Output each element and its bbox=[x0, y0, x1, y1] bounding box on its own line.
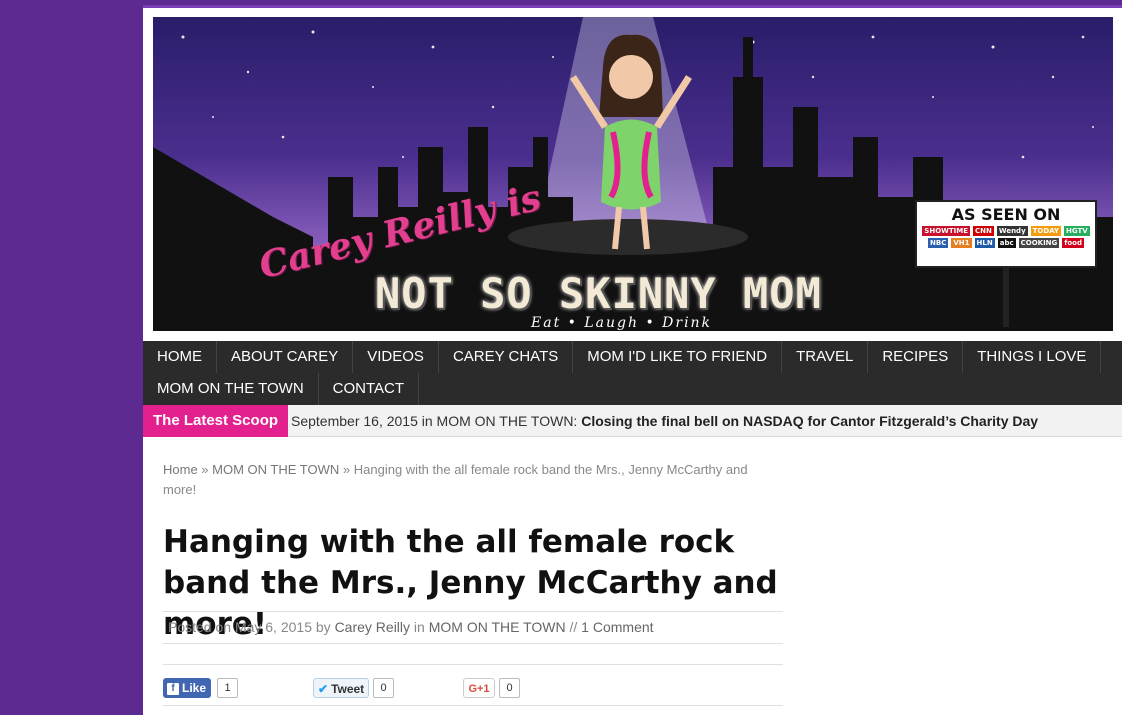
network-logo: SHOWTIME bbox=[922, 226, 970, 236]
post-meta: Posted on May 6, 2015 by Carey Reilly in… bbox=[163, 611, 783, 644]
site-title: NOT SO SKINNY MOM bbox=[375, 269, 822, 318]
google-plus-count: 0 bbox=[499, 678, 520, 698]
network-logo: CNN bbox=[973, 226, 994, 236]
post-date: Posted on May 6, 2015 by bbox=[168, 619, 335, 635]
network-logo: VH1 bbox=[951, 238, 972, 248]
nav-item-about-carey[interactable]: ABOUT CAREY bbox=[217, 341, 354, 373]
latest-scoop-item[interactable]: September 16, 2015 in MOM ON THE TOWN: C… bbox=[291, 405, 1038, 437]
breadcrumb-home-link[interactable]: Home bbox=[163, 462, 198, 477]
breadcrumb-category-link[interactable]: MOM ON THE TOWN bbox=[212, 462, 339, 477]
main-navigation: HOME ABOUT CAREY VIDEOS CAREY CHATS MOM … bbox=[143, 341, 1122, 405]
site-header-banner[interactable]: AS SEEN ON SHOWTIME CNN Wendy TODAY HGTV… bbox=[153, 17, 1113, 331]
network-logos: SHOWTIME CNN Wendy TODAY HGTV NBC VH1 HL… bbox=[917, 224, 1095, 250]
latest-scoop-ticker: The Latest Scoop September 16, 2015 in M… bbox=[143, 405, 1122, 437]
nav-item-travel[interactable]: TRAVEL bbox=[782, 341, 869, 373]
latest-scoop-date: September 16, 2015 in MOM ON THE TOWN: bbox=[291, 413, 578, 429]
nav-item-mom-on-the-town[interactable]: MOM ON THE TOWN bbox=[143, 373, 319, 405]
as-seen-on-heading: AS SEEN ON bbox=[951, 205, 1061, 224]
post-comments-link[interactable]: 1 Comment bbox=[581, 619, 653, 635]
latest-scoop-headline-link[interactable]: Closing the final bell on NASDAQ for Can… bbox=[581, 413, 1038, 429]
nav-row: HOME ABOUT CAREY VIDEOS CAREY CHATS MOM … bbox=[143, 341, 1122, 373]
network-logo: Wendy bbox=[996, 226, 1028, 236]
nav-item-things-i-love[interactable]: THINGS I LOVE bbox=[963, 341, 1102, 373]
tweet-label: Tweet bbox=[331, 682, 365, 696]
facebook-like-button[interactable]: f Like bbox=[163, 678, 211, 698]
network-logo: TODAY bbox=[1030, 226, 1061, 236]
network-logo: HGTV bbox=[1064, 226, 1090, 236]
google-plus-one-button[interactable]: G+1 bbox=[463, 678, 495, 698]
tweet-count: 0 bbox=[373, 678, 394, 698]
network-logo: COOKING bbox=[1018, 238, 1060, 248]
twitter-bird-icon: ✔ bbox=[318, 682, 329, 696]
post-category-link[interactable]: MOM ON THE TOWN bbox=[429, 619, 566, 635]
network-logo: HLN bbox=[974, 238, 995, 248]
breadcrumb-separator: » bbox=[197, 462, 213, 477]
site-tagline: Eat • Laugh • Drink bbox=[531, 315, 713, 331]
twitter-tweet-button[interactable]: ✔ Tweet bbox=[313, 678, 369, 698]
breadcrumb: Home » MOM ON THE TOWN » Hanging with th… bbox=[163, 460, 773, 500]
social-share-bar: f Like 1 ✔ Tweet 0 G+1 0 bbox=[163, 664, 783, 706]
nav-row: MOM ON THE TOWN CONTACT bbox=[143, 373, 1122, 405]
nav-item-recipes[interactable]: RECIPES bbox=[868, 341, 964, 373]
post-meta-separator: // bbox=[565, 619, 582, 635]
facebook-icon: f bbox=[167, 682, 179, 695]
latest-scoop-label: The Latest Scoop bbox=[143, 405, 289, 437]
network-logo: abc bbox=[997, 238, 1016, 248]
network-logo: NBC bbox=[928, 238, 949, 248]
nav-item-mom-id-like-to-friend[interactable]: MOM I'D LIKE TO FRIEND bbox=[573, 341, 783, 373]
facebook-like-count: 1 bbox=[217, 678, 238, 698]
network-logo: food bbox=[1062, 238, 1084, 248]
nav-item-carey-chats[interactable]: CAREY CHATS bbox=[439, 341, 574, 373]
nav-item-contact[interactable]: CONTACT bbox=[319, 373, 420, 405]
post-meta-in: in bbox=[410, 619, 429, 635]
nav-item-home[interactable]: HOME bbox=[143, 341, 217, 373]
breadcrumb-separator: » bbox=[339, 462, 354, 477]
post-author-link[interactable]: Carey Reilly bbox=[335, 619, 410, 635]
nav-item-videos[interactable]: VIDEOS bbox=[353, 341, 439, 373]
page-container: AS SEEN ON SHOWTIME CNN Wendy TODAY HGTV… bbox=[143, 5, 1122, 715]
as-seen-on-billboard: AS SEEN ON SHOWTIME CNN Wendy TODAY HGTV… bbox=[915, 200, 1097, 268]
facebook-like-label: Like bbox=[182, 681, 207, 695]
